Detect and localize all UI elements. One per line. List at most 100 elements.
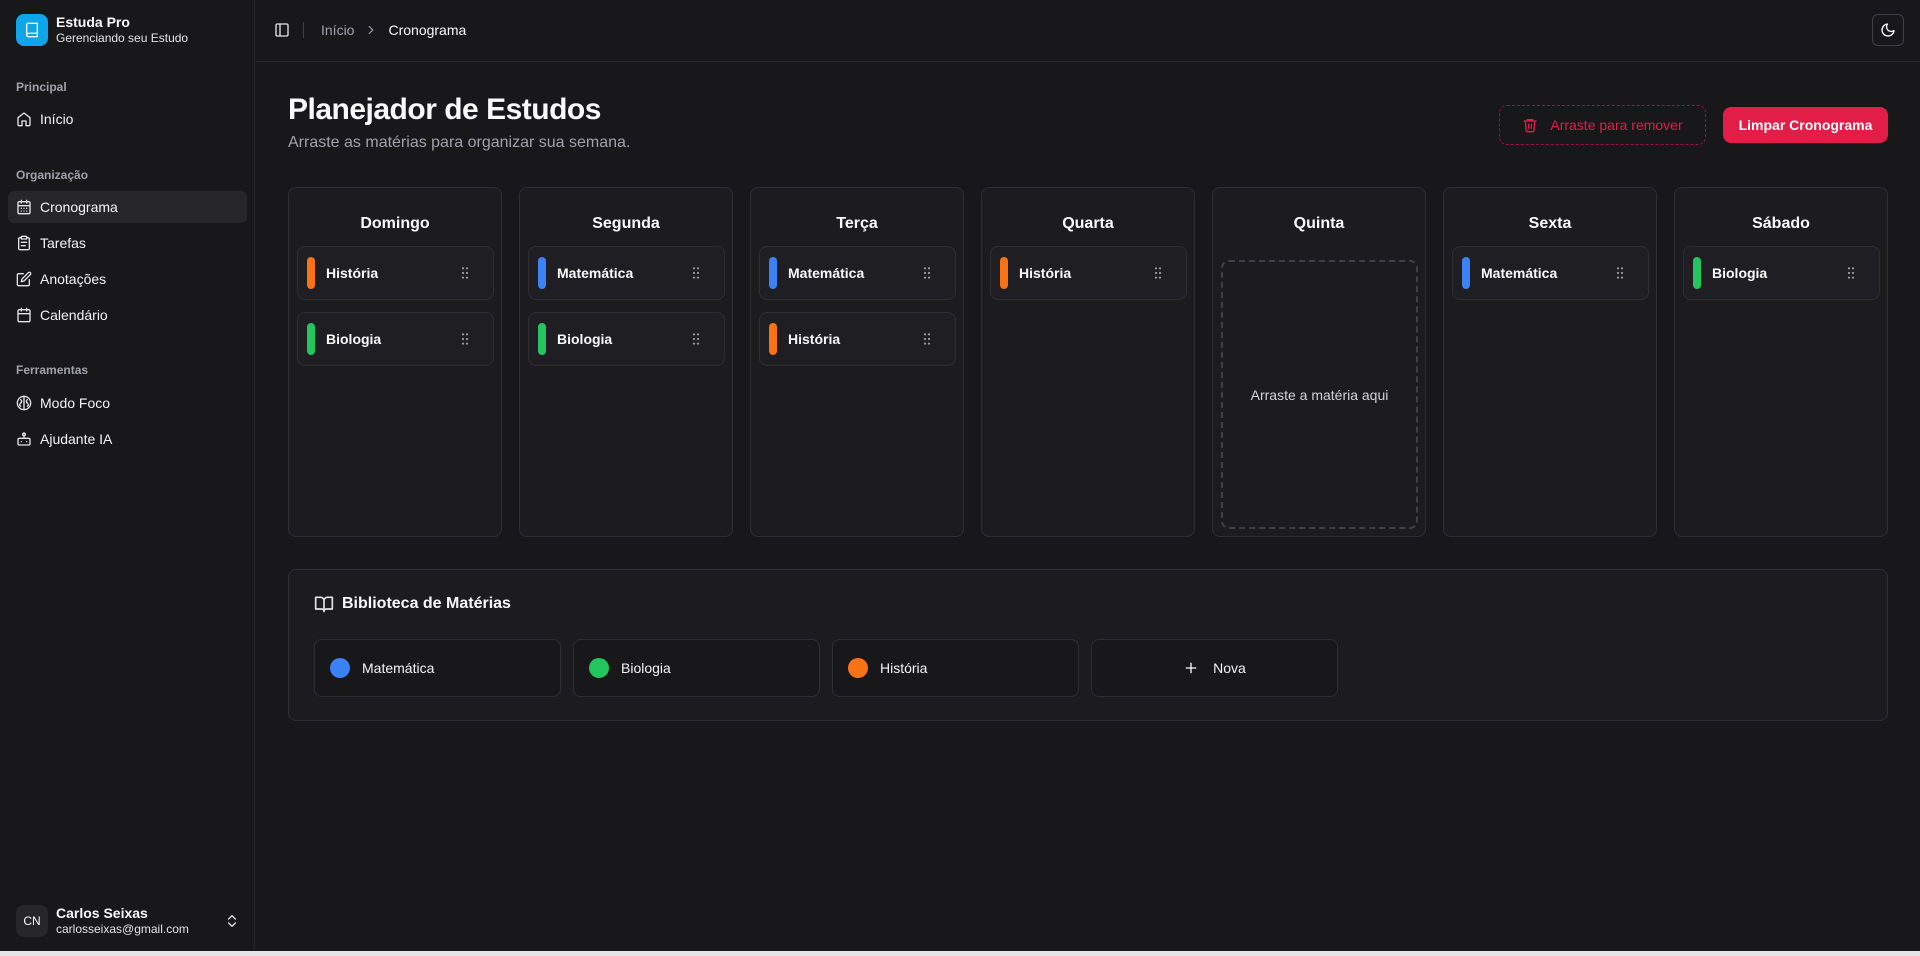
subject-color-bar bbox=[1000, 257, 1008, 289]
remove-drop-zone[interactable]: Arraste para remover bbox=[1499, 105, 1706, 145]
top-header: Início Cronograma bbox=[256, 0, 1920, 62]
page-subtitle: Arraste as matérias para organizar sua s… bbox=[288, 134, 631, 151]
grip-vertical-icon[interactable] bbox=[919, 331, 935, 347]
subject-color-dot bbox=[589, 658, 609, 678]
chevron-right-icon bbox=[364, 23, 378, 37]
day-column[interactable]: Segunda Matemática Biologia bbox=[519, 187, 733, 537]
schedule-card[interactable]: Matemática bbox=[528, 246, 725, 300]
schedule-card[interactable]: História bbox=[759, 312, 956, 366]
day-name: Sábado bbox=[1752, 215, 1810, 232]
breadcrumb-inicio[interactable]: Início bbox=[321, 22, 354, 38]
breadcrumb: Início Cronograma bbox=[321, 22, 466, 38]
book-icon bbox=[16, 14, 48, 46]
app-name: Estuda Pro bbox=[56, 14, 130, 30]
subject-name: História bbox=[326, 265, 379, 281]
calendar-icon bbox=[16, 199, 32, 215]
book-open-icon bbox=[314, 594, 334, 614]
subject-name: História bbox=[788, 331, 841, 347]
empty-drop-zone[interactable]: Arraste a matéria aqui bbox=[1221, 260, 1418, 529]
bot-icon bbox=[16, 431, 32, 447]
grip-vertical-icon[interactable] bbox=[1612, 265, 1628, 281]
subject-name: Matemática bbox=[788, 265, 865, 281]
schedule-card[interactable]: Biologia bbox=[1683, 246, 1880, 300]
sidebar-item-anotacoes[interactable]: Anotações bbox=[8, 263, 247, 295]
grip-vertical-icon[interactable] bbox=[457, 265, 473, 281]
grip-vertical-icon[interactable] bbox=[688, 265, 704, 281]
library-subject[interactable]: Biologia bbox=[573, 639, 820, 697]
library-title: Biblioteca de Matérias bbox=[342, 595, 511, 612]
nav-group-organizacao: Organização bbox=[16, 168, 89, 182]
subject-name: Matemática bbox=[1481, 265, 1558, 281]
home-icon bbox=[16, 111, 32, 127]
clipboard-icon bbox=[16, 235, 32, 251]
schedule-card[interactable]: Biologia bbox=[528, 312, 725, 366]
subject-name: Matemática bbox=[362, 660, 435, 676]
subject-color-bar bbox=[307, 323, 315, 355]
grip-vertical-icon[interactable] bbox=[919, 265, 935, 281]
subject-name: História bbox=[1019, 265, 1072, 281]
schedule-card[interactable]: Matemática bbox=[1452, 246, 1649, 300]
day-column[interactable]: Quarta História bbox=[981, 187, 1195, 537]
nav-group-principal: Principal bbox=[16, 80, 67, 94]
library-subject[interactable]: Matemática bbox=[314, 639, 561, 697]
page-title: Planejador de Estudos bbox=[288, 93, 601, 126]
user-name: Carlos Seixas bbox=[56, 905, 148, 921]
sidebar-item-label: Modo Foco bbox=[40, 395, 111, 411]
sidebar-item-label: Tarefas bbox=[40, 235, 86, 251]
day-column[interactable]: Sábado Biologia bbox=[1674, 187, 1888, 537]
library-subject[interactable]: História bbox=[832, 639, 1079, 697]
subject-color-dot bbox=[330, 658, 350, 678]
day-column[interactable]: Sexta Matemática bbox=[1443, 187, 1657, 537]
grip-vertical-icon[interactable] bbox=[1150, 265, 1166, 281]
schedule-card[interactable]: Matemática bbox=[759, 246, 956, 300]
brand[interactable]: Estuda Pro Gerenciando seu Estudo bbox=[16, 14, 188, 46]
day-column[interactable]: Quinta Arraste a matéria aqui bbox=[1212, 187, 1426, 537]
sidebar-item-label: Calendário bbox=[40, 307, 108, 323]
user-email: carlosseixas@gmail.com bbox=[56, 922, 189, 936]
sidebar-item-tarefas[interactable]: Tarefas bbox=[8, 227, 247, 259]
edit-icon bbox=[16, 271, 32, 287]
day-name: Quarta bbox=[1062, 215, 1114, 232]
subject-name: História bbox=[880, 660, 928, 676]
subject-color-bar bbox=[769, 323, 777, 355]
sidebar-item-label: Ajudante IA bbox=[40, 431, 113, 447]
app-subtitle: Gerenciando seu Estudo bbox=[56, 31, 189, 45]
subject-color-bar bbox=[769, 257, 777, 289]
day-column[interactable]: Domingo História Biologia bbox=[288, 187, 502, 537]
new-subject-button[interactable]: Nova bbox=[1091, 639, 1338, 697]
grip-vertical-icon[interactable] bbox=[457, 331, 473, 347]
subject-color-bar bbox=[538, 323, 546, 355]
day-name: Terça bbox=[836, 215, 878, 232]
bottom-scrollbar bbox=[0, 951, 1920, 956]
schedule-card[interactable]: História bbox=[990, 246, 1187, 300]
schedule-card[interactable]: História bbox=[297, 246, 494, 300]
trash-icon bbox=[1522, 117, 1538, 133]
weekly-schedule: Domingo História Biologia Segunda Matemática… bbox=[288, 187, 1888, 537]
sidebar-item-modo-foco[interactable]: Modo Foco bbox=[8, 387, 247, 419]
remove-zone-label: Arraste para remover bbox=[1550, 117, 1683, 133]
day-name: Domingo bbox=[360, 215, 430, 232]
breadcrumb-current: Cronograma bbox=[388, 22, 467, 38]
schedule-card[interactable]: Biologia bbox=[297, 312, 494, 366]
brain-icon bbox=[16, 395, 32, 411]
chevrons-up-down-icon bbox=[224, 913, 240, 929]
user-menu[interactable]: CN Carlos Seixas carlosseixas@gmail.com bbox=[16, 903, 240, 939]
sidebar-item-calendario[interactable]: Calendário bbox=[8, 299, 247, 331]
theme-toggle-button[interactable] bbox=[1872, 14, 1904, 46]
clear-schedule-button[interactable]: Limpar Cronograma bbox=[1723, 107, 1888, 143]
grip-vertical-icon[interactable] bbox=[1843, 265, 1859, 281]
grip-vertical-icon[interactable] bbox=[688, 331, 704, 347]
avatar: CN bbox=[16, 905, 48, 937]
panel-left-icon[interactable] bbox=[274, 22, 290, 38]
sidebar-item-label: Início bbox=[40, 111, 74, 127]
header-divider bbox=[303, 22, 304, 38]
calendar-icon bbox=[16, 307, 32, 323]
sidebar-item-inicio[interactable]: Início bbox=[8, 103, 247, 135]
subject-color-bar bbox=[1693, 257, 1701, 289]
sidebar: Estuda Pro Gerenciando seu Estudo Princi… bbox=[0, 0, 255, 951]
day-name: Segunda bbox=[592, 215, 660, 232]
day-column[interactable]: Terça Matemática História bbox=[750, 187, 964, 537]
subject-name: Biologia bbox=[1712, 265, 1768, 281]
sidebar-item-cronograma[interactable]: Cronograma bbox=[8, 191, 247, 223]
sidebar-item-ajudante-ia[interactable]: Ajudante IA bbox=[8, 423, 247, 455]
